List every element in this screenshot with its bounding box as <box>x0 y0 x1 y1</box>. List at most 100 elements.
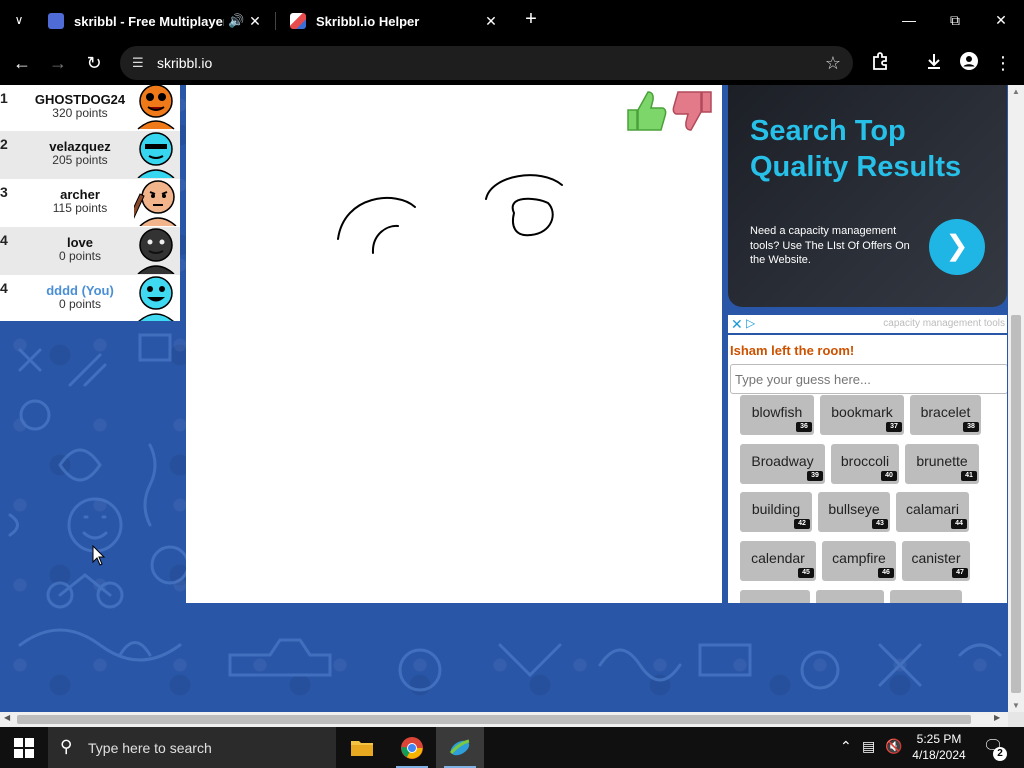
word-item[interactable]: broccoli 40 <box>831 444 899 484</box>
tab-skribbl[interactable]: skribbl - Free Multiplayer D 🔊 ✕ <box>36 4 272 38</box>
drawing-strokes <box>337 174 563 254</box>
minimize-icon[interactable]: — <box>896 8 922 32</box>
show-hidden-icons-chevron-icon[interactable]: ⌃ <box>840 738 852 755</box>
reload-icon[interactable]: ↻ <box>82 51 106 75</box>
restore-icon[interactable]: ⧉ <box>942 8 968 32</box>
player-name: love <box>66 235 93 250</box>
browser-tab-bar: ∨ skribbl - Free Multiplayer D 🔊 ✕ Skrib… <box>0 0 1024 41</box>
download-icon[interactable] <box>922 51 946 75</box>
word-label: broccoli <box>840 453 890 469</box>
ad-info-text: capacity management tools <box>883 318 1005 329</box>
word-number: 36 <box>796 422 812 432</box>
window-close-icon[interactable]: ✕ <box>988 8 1014 32</box>
windows-taskbar: ⚲ Type here to search ⌃ ▤ 🔇 5:25 PM 4/18… <box>0 727 1024 768</box>
player-row[interactable]: 4 love 0 points <box>0 227 180 275</box>
ad-choices-icon[interactable]: ▷ <box>746 316 755 330</box>
word-item[interactable]: building 42 <box>740 492 812 532</box>
clock-time: 5:25 PM <box>916 732 962 746</box>
address-bar[interactable]: ☰ skribbl.io ☆ <box>120 46 853 80</box>
player-rank: 4 <box>0 280 8 296</box>
volume-muted-icon[interactable]: 🔇 <box>885 738 902 755</box>
tab-separator <box>275 12 276 30</box>
menu-dots-icon[interactable]: ⋮ <box>991 51 1015 75</box>
tab-search-chevron-icon[interactable]: ∨ <box>8 10 30 30</box>
speaker-icon[interactable]: 🔊 <box>228 13 246 29</box>
tab-helper[interactable]: Skribbl.io Helper ✕ <box>278 4 508 38</box>
helper-favicon-icon <box>290 13 306 29</box>
word-number: 40 <box>881 471 897 481</box>
chrome-icon[interactable] <box>388 727 436 768</box>
player-row[interactable]: 1 GHOSTDOG24 320 points <box>0 85 180 133</box>
app-icon[interactable] <box>436 727 484 768</box>
word-label: bracelet <box>920 404 971 420</box>
player-row[interactable]: 4 dddd (You) 0 points <box>0 275 180 321</box>
thumbs-down-icon[interactable] <box>672 88 716 134</box>
site-info-icon[interactable]: ☰ <box>132 55 148 71</box>
word-item[interactable]: canister 47 <box>902 541 970 581</box>
scroll-up-icon[interactable]: ▲ <box>1008 87 1024 96</box>
word-number: 39 <box>807 471 823 481</box>
player-name: dddd (You) <box>46 283 114 298</box>
thumbs-up-icon[interactable] <box>624 88 668 134</box>
forward-arrow-icon[interactable]: → <box>46 51 70 75</box>
word-item[interactable]: bullseye 43 <box>818 492 890 532</box>
avatar <box>137 85 175 130</box>
skribbl-favicon-icon <box>48 13 64 29</box>
profile-icon[interactable] <box>957 51 981 75</box>
word-label: blowfish <box>751 404 803 420</box>
windows-start-icon[interactable] <box>14 738 34 758</box>
url-text: skribbl.io <box>157 55 213 71</box>
word-label: bullseye <box>828 501 880 517</box>
scroll-right-icon[interactable]: ▶ <box>994 713 1000 722</box>
browser-toolbar: ← → ↻ ☰ skribbl.io ☆ ⋮ <box>0 41 1024 85</box>
file-explorer-icon[interactable] <box>338 727 386 768</box>
player-rank: 4 <box>0 232 8 248</box>
avatar <box>134 180 177 226</box>
word-label: bookmark <box>831 404 893 420</box>
horizontal-scrollbar[interactable]: ◀ ▶ <box>0 712 1008 727</box>
new-tab-plus-icon[interactable]: + <box>519 8 543 32</box>
player-name: archer <box>60 187 100 202</box>
player-name: GHOSTDOG24 <box>34 92 126 107</box>
guess-input[interactable] <box>730 364 1007 394</box>
network-icon[interactable]: ▤ <box>862 738 875 755</box>
word-item-partial[interactable] <box>890 590 962 603</box>
scroll-left-icon[interactable]: ◀ <box>4 713 10 722</box>
word-label: brunette <box>916 453 968 469</box>
close-tab-icon[interactable]: ✕ <box>246 13 264 30</box>
chat-panel: Isham left the room! blowfish 36 bookmark… <box>728 335 1007 603</box>
word-number: 44 <box>951 519 967 529</box>
back-arrow-icon[interactable]: ← <box>10 51 34 75</box>
scroll-down-icon[interactable]: ▼ <box>1008 701 1024 710</box>
close-tab-icon[interactable]: ✕ <box>482 13 500 30</box>
ad-body: Need a capacity management tools? Use Th… <box>750 225 910 266</box>
extensions-puzzle-icon[interactable] <box>868 51 892 75</box>
player-row[interactable]: 2 velazquez 205 points <box>0 131 180 179</box>
word-item[interactable]: calendar 45 <box>740 541 816 581</box>
drawing-canvas[interactable] <box>186 85 722 603</box>
scroll-thumb[interactable] <box>17 715 971 724</box>
taskbar-search[interactable]: ⚲ Type here to search <box>48 727 336 768</box>
ad-banner[interactable]: Search Top Quality Results Need a capaci… <box>728 85 1007 307</box>
ad-close-icon[interactable]: ✕ <box>731 316 743 333</box>
word-item[interactable]: Broadway 39 <box>740 444 825 484</box>
word-item[interactable]: calamari 44 <box>896 492 969 532</box>
ad-headline: Search Top Quality Results <box>750 115 962 183</box>
word-item[interactable]: bookmark 37 <box>820 395 904 435</box>
mouse-cursor-icon <box>92 545 106 566</box>
word-item[interactable]: brunette 41 <box>905 444 979 484</box>
word-item-partial[interactable] <box>740 590 810 603</box>
word-item[interactable]: blowfish 36 <box>740 395 814 435</box>
tab-title: skribbl - Free Multiplayer D <box>74 13 224 29</box>
word-item[interactable]: campfire 46 <box>822 541 896 581</box>
clock-date: 4/18/2024 <box>912 748 966 762</box>
word-item[interactable]: bracelet 38 <box>910 395 981 435</box>
vertical-scrollbar[interactable]: ▲ ▼ <box>1008 85 1024 712</box>
scroll-thumb[interactable] <box>1011 315 1021 693</box>
word-label: Broadway <box>751 453 814 469</box>
bookmark-star-icon[interactable]: ☆ <box>825 53 841 74</box>
system-clock[interactable]: 5:25 PM 4/18/2024 <box>906 731 972 763</box>
word-item-partial[interactable] <box>816 590 884 603</box>
player-row[interactable]: 3 archer 115 points <box>0 179 180 227</box>
ad-arrow-button[interactable]: ❯ <box>929 219 985 275</box>
